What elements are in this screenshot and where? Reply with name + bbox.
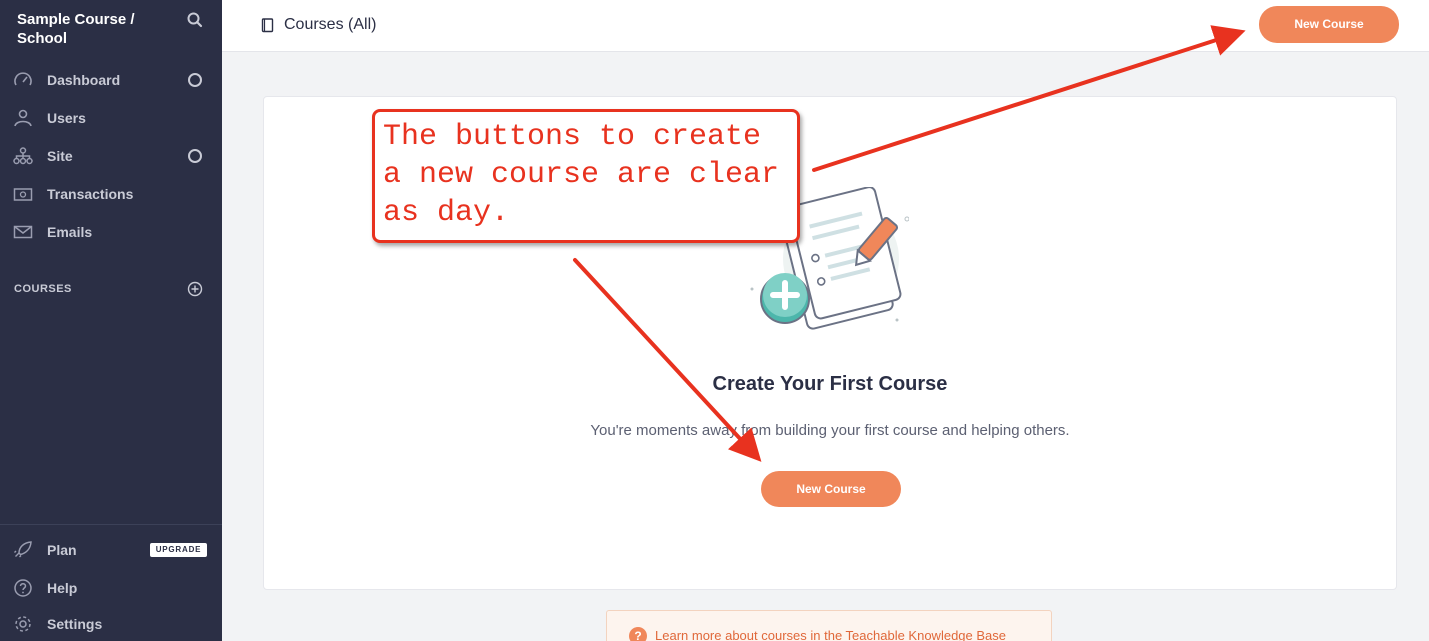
sidebar-item-help[interactable]: Help — [0, 570, 222, 606]
users-icon — [14, 109, 32, 127]
learn-more-link[interactable]: Learn more — [655, 628, 721, 641]
envelope-icon — [13, 225, 33, 239]
school-name[interactable]: Sample Course / School — [17, 10, 167, 48]
page-title: Courses (All) — [284, 16, 377, 33]
sidebar-item-dashboard[interactable]: Dashboard — [0, 62, 222, 98]
sidebar-divider — [0, 524, 222, 525]
sidebar-item-label: Plan — [47, 542, 77, 558]
rocket-icon — [14, 541, 32, 558]
gear-icon — [15, 616, 31, 632]
question-icon — [14, 579, 32, 597]
status-circle-icon — [188, 73, 202, 87]
sidebar-item-label: Users — [47, 110, 86, 126]
top-bar: Courses (All) New Course — [222, 0, 1429, 52]
sidebar-item-label: Transactions — [47, 186, 134, 202]
knowledge-base-tip: ? Learn more about courses in the Teacha… — [606, 610, 1052, 641]
knowledge-base-text: Learn more about courses in the Teachabl… — [655, 628, 1006, 641]
empty-state-subtitle: You're moments away from building your f… — [590, 422, 1070, 439]
annotation-text: The buttons to create a new course are c… — [383, 120, 780, 230]
add-course-icon[interactable] — [187, 281, 203, 297]
book-icon — [261, 18, 274, 33]
question-icon: ? — [629, 627, 647, 641]
sidebar-item-label: Site — [47, 148, 73, 164]
sidebar-item-label: Help — [47, 580, 78, 596]
speedometer-icon — [14, 72, 32, 86]
new-course-button-top[interactable]: New Course — [1259, 6, 1399, 43]
search-icon[interactable] — [186, 11, 204, 29]
sidebar-item-label: Dashboard — [47, 72, 121, 88]
courses-heading: COURSES — [14, 283, 72, 295]
empty-state-title: Create Your First Course — [712, 373, 948, 395]
sidebar-item-emails[interactable]: Emails — [0, 214, 222, 250]
sidebar-item-users[interactable]: Users — [0, 100, 222, 136]
sidebar: Sample Course / School Dashboard Users S… — [0, 0, 222, 641]
annotation-callout: The buttons to create a new course are c… — [372, 109, 800, 243]
upgrade-badge[interactable]: UPGRADE — [150, 543, 207, 557]
sidebar-item-site[interactable]: Site — [0, 138, 222, 174]
sidebar-item-settings[interactable]: Settings — [0, 606, 222, 641]
new-course-button[interactable]: New Course — [761, 471, 901, 507]
status-circle-icon — [188, 149, 202, 163]
money-icon — [13, 188, 33, 201]
sidebar-item-transactions[interactable]: Transactions — [0, 176, 222, 212]
sitemap-icon — [13, 147, 33, 165]
sidebar-item-label: Settings — [47, 616, 103, 632]
knowledge-base-rest: about courses in the Teachable Knowledge… — [721, 628, 1006, 641]
sidebar-item-label: Emails — [47, 224, 93, 240]
